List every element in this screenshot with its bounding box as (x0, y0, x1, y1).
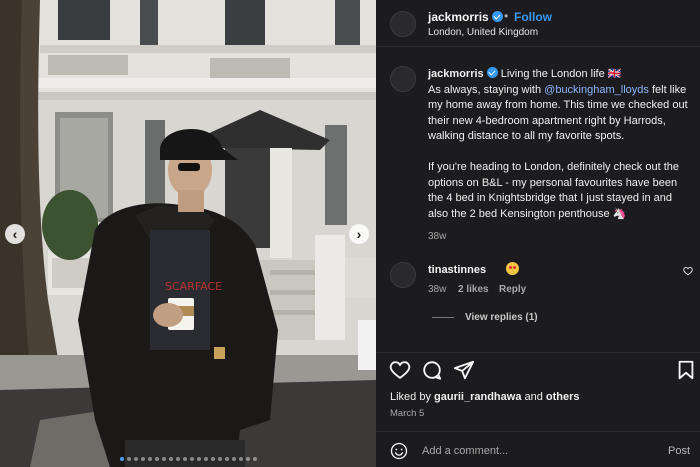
liked-by-others-link[interactable]: others (546, 391, 580, 403)
carousel-dot (224, 457, 229, 461)
caption-username[interactable]: jackmorris (428, 68, 484, 80)
emoji-picker-icon[interactable] (390, 442, 408, 460)
caption-text-before-mention: As always, staying with (428, 83, 545, 96)
author-avatar[interactable] (390, 11, 416, 37)
post-comment-button[interactable]: Post (668, 445, 690, 457)
follow-button[interactable]: Follow (514, 10, 552, 24)
caption-paragraph-2: If you're heading to London, definitely … (428, 161, 679, 220)
carousel-dot (231, 457, 236, 461)
post-detail-panel: jackmorris • Follow London, United Kingd… (376, 0, 700, 467)
post-actions: Liked by gaurii_randhawa and others Marc… (376, 352, 700, 467)
add-comment-row: Add a comment... Post (376, 431, 700, 467)
carousel-dot (154, 457, 159, 461)
photo-scene: SCARFACE (0, 0, 376, 467)
carousel-dot (126, 457, 131, 461)
caption-verified-badge-icon (486, 67, 498, 78)
caption-timestamp[interactable]: 38w (428, 231, 446, 242)
post-photo[interactable]: SCARFACE ‹ › (0, 0, 376, 467)
carousel-dots (0, 457, 376, 461)
share-paper-plane-icon[interactable] (453, 359, 475, 381)
carousel-dot (182, 457, 187, 461)
carousel-dot (245, 457, 250, 461)
commenter-avatar[interactable] (390, 262, 416, 288)
carousel-dot (203, 457, 208, 461)
carousel-dot (140, 457, 145, 461)
carousel-dot (168, 457, 173, 461)
comment-like-heart-icon[interactable] (683, 266, 693, 276)
view-replies-line (432, 317, 454, 318)
carousel-dot (161, 457, 166, 461)
shirt-print-text: SCARFACE (165, 280, 222, 293)
carousel-dot (119, 457, 124, 461)
post-header: jackmorris • Follow London, United Kingd… (376, 0, 700, 47)
carousel-next-button[interactable]: › (349, 224, 369, 244)
comment-likes-count[interactable]: 2 likes (458, 284, 489, 295)
comments-fade (376, 340, 700, 352)
carousel-dot (196, 457, 201, 461)
carousel-dot (252, 457, 257, 461)
view-replies-button[interactable]: View replies (1) (465, 312, 538, 323)
post-date[interactable]: March 5 (390, 408, 424, 419)
caption-first-line: Living the London life 🇬🇧 (500, 68, 622, 80)
author-username[interactable]: jackmorris (428, 10, 503, 24)
like-heart-icon[interactable] (389, 359, 411, 381)
comment-username[interactable]: tinastinnes (428, 264, 486, 276)
caption-mention-link[interactable]: @buckingham_lloyds (544, 84, 649, 96)
post-caption: jackmorris Living the London life 🇬🇧 As … (428, 67, 690, 222)
comment-timestamp[interactable]: 38w (428, 284, 446, 295)
header-separator: • (504, 9, 509, 23)
chevron-right-icon: › (356, 226, 362, 242)
add-comment-input[interactable]: Add a comment... (422, 445, 508, 457)
save-bookmark-icon[interactable] (675, 359, 697, 381)
carousel-prev-button[interactable]: ‹ (5, 224, 25, 244)
carousel-dot (210, 457, 215, 461)
comment-reply-button[interactable]: Reply (499, 284, 526, 295)
carousel-dot (147, 457, 152, 461)
comment-bubble-icon[interactable] (421, 359, 443, 381)
caption-author-avatar[interactable] (390, 66, 416, 92)
verified-badge-icon (491, 11, 503, 22)
author-username-text[interactable]: jackmorris (428, 10, 489, 24)
chevron-left-icon: ‹ (12, 226, 18, 242)
carousel-dot (133, 457, 138, 461)
post-location[interactable]: London, United Kingdom (428, 27, 538, 38)
starstruck-emoji-icon (506, 262, 519, 275)
liked-by-and: and (521, 391, 546, 403)
carousel-dot (238, 457, 243, 461)
carousel-dot (217, 457, 222, 461)
carousel-dot (175, 457, 180, 461)
liked-by-prefix: Liked by (390, 391, 435, 403)
carousel-dot (189, 457, 194, 461)
liked-by-summary: Liked by gaurii_randhawa and others (390, 391, 580, 403)
liked-by-user-link[interactable]: gaurii_randhawa (434, 391, 521, 403)
